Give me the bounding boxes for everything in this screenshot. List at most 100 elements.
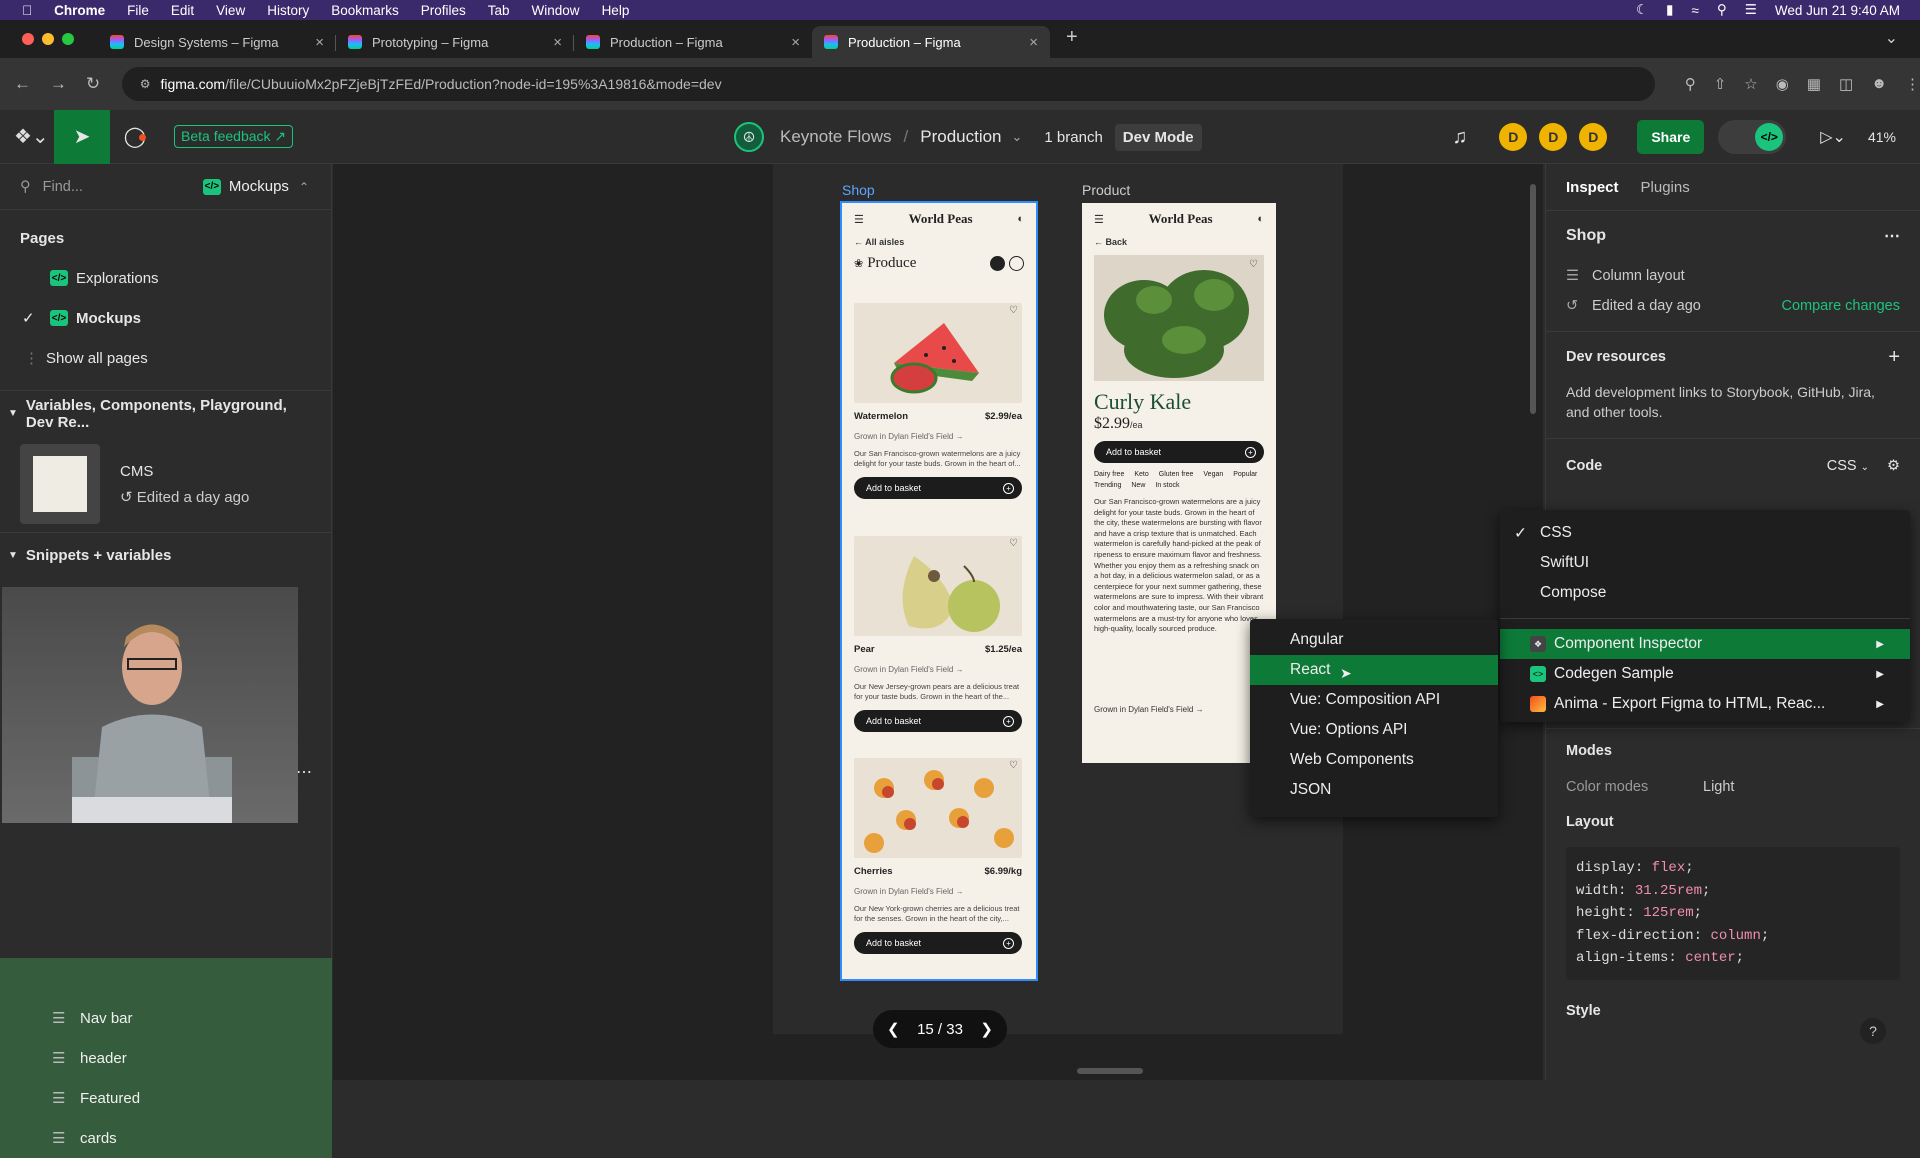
avatar[interactable]: D (1499, 123, 1528, 151)
cms-component[interactable]: CMS ↺ Edited a day ago (0, 436, 331, 532)
browser-tab[interactable]: Prototyping – Figma × (336, 26, 574, 58)
favorite-heart-icon[interactable]: ♡ (1009, 305, 1018, 316)
color-mode-value[interactable]: Light (1703, 779, 1734, 795)
layout-css-code[interactable]: display: flex; width: 31.25rem; height: … (1566, 847, 1900, 980)
branch-button[interactable]: 1 branch (1044, 129, 1102, 146)
wifi-icon[interactable]: ≈ (1691, 3, 1698, 18)
figma-main-menu-icon[interactable]: ❖⌄ (14, 124, 54, 149)
menu-help[interactable]: Help (602, 3, 630, 18)
battery-icon[interactable]: ▮ (1666, 2, 1673, 18)
basket-icon[interactable]: ◐ (1017, 213, 1024, 225)
dev-mode-toggle[interactable]: </> (1718, 120, 1787, 154)
reload-icon[interactable]: ↻ (86, 74, 108, 94)
menu-edit[interactable]: Edit (171, 3, 194, 18)
menu-item-codegen-sample[interactable]: <> Codegen Sample ▶ (1500, 659, 1910, 689)
frame-label-product[interactable]: Product (1082, 182, 1130, 198)
add-to-basket-button[interactable]: Add to basket + (854, 932, 1022, 954)
section-snippets[interactable]: ▼ Snippets + variables (0, 532, 331, 578)
grown-link[interactable]: Grown in Dylan Field's Field → (1082, 705, 1276, 714)
product-card[interactable]: ♡ Watermelon $2.99/ea Grown in Dylan Fiel… (854, 303, 1022, 499)
menu-bookmarks[interactable]: Bookmarks (331, 3, 399, 18)
section-variables[interactable]: ▼ Variables, Components, Playground, Dev … (0, 390, 331, 436)
avatar[interactable]: D (1579, 123, 1608, 151)
share-page-icon[interactable]: ⇧ (1714, 75, 1727, 93)
shop-frame[interactable]: ☰ World Peas ◐ ← All aisles ❀ Produce ♡ W… (840, 201, 1038, 981)
product-card[interactable]: ♡ Pear $1.25/ea Grown in Dylan Field's Fi… (854, 536, 1022, 732)
favorite-heart-icon[interactable]: ♡ (1249, 259, 1258, 270)
comment-tool-button[interactable]: ◯ (110, 124, 160, 149)
maximize-window-button[interactable] (62, 33, 74, 45)
favorite-heart-icon[interactable]: ♡ (1009, 538, 1018, 549)
code-language-select[interactable]: CSS ⌄ (1827, 458, 1869, 474)
menu-item-vue-options[interactable]: Vue: Options API (1250, 715, 1498, 745)
product-card[interactable]: ♡ Cherries $6.99/kg Grown in Dylan Field'… (854, 758, 1022, 954)
menu-item-json[interactable]: JSON (1250, 775, 1498, 805)
beta-feedback-button[interactable]: Beta feedback ↗ (174, 125, 294, 148)
show-all-pages-link[interactable]: ⋮ Show all pages (0, 338, 331, 378)
menu-item-web-components[interactable]: Web Components (1250, 745, 1498, 775)
close-tab-icon[interactable]: × (791, 34, 800, 51)
tab-plugins[interactable]: Plugins (1641, 179, 1690, 196)
layer-item-nav-bar[interactable]: ☰ Nav bar (0, 998, 332, 1038)
extension-icon[interactable]: ◉ (1776, 75, 1789, 93)
avatar[interactable]: D (1539, 123, 1568, 151)
menu-tab[interactable]: Tab (488, 3, 510, 18)
layer-item-featured[interactable]: ☰ Featured (0, 1078, 332, 1118)
present-play-icon[interactable]: ▷⌄ (1820, 127, 1846, 147)
page-item-mockups[interactable]: ✓ </> Mockups (0, 298, 331, 338)
layer-search[interactable]: ⚲ Find... </> Mockups ⌃ (0, 164, 331, 210)
menu-item-component-inspector[interactable]: ❖ Component Inspector ▶ (1500, 629, 1910, 659)
puzzle-icon[interactable]: ▦ (1807, 75, 1821, 93)
add-to-basket-button[interactable]: Add to basket + (854, 477, 1022, 499)
hamburger-icon[interactable]: ☰ (854, 213, 864, 226)
frame-label-shop[interactable]: Shop (842, 182, 875, 198)
layer-item-header[interactable]: ☰ header (0, 1038, 332, 1078)
prev-frame-icon[interactable]: ❮ (887, 1020, 900, 1038)
zoom-icon[interactable]: ⚲ (1685, 75, 1696, 93)
canvas-vertical-scrollbar[interactable] (1530, 184, 1536, 414)
menu-view[interactable]: View (216, 3, 245, 18)
spotlight-icon[interactable]: ⚲ (1717, 2, 1727, 18)
more-options-icon[interactable]: ⋯ (296, 762, 312, 782)
url-input[interactable]: ⚙ figma.com/file/CUbuuioMx2pFZjeBjTzFEd/… (121, 67, 1655, 101)
help-icon[interactable]: ? (1860, 1018, 1886, 1044)
favorite-heart-icon[interactable]: ♡ (1009, 760, 1018, 771)
control-center-icon[interactable]: ☰ (1745, 2, 1757, 18)
project-name[interactable]: Keynote Flows (780, 127, 892, 147)
sidebar-icon[interactable]: ◫ (1839, 75, 1853, 93)
new-tab-icon[interactable]: + (1066, 26, 1078, 49)
next-frame-icon[interactable]: ❯ (980, 1020, 993, 1038)
close-tab-icon[interactable]: × (315, 34, 324, 51)
menu-item-angular[interactable]: Angular (1250, 625, 1498, 655)
clock[interactable]: Wed Jun 21 9:40 AM (1775, 3, 1900, 18)
add-to-basket-button[interactable]: Add to basket + (1094, 441, 1264, 463)
search-input[interactable]: Find... (43, 179, 83, 195)
menu-item-react[interactable]: React ➤ (1250, 655, 1498, 685)
back-link[interactable]: ← Back (1082, 237, 1276, 247)
add-to-basket-button[interactable]: Add to basket + (854, 710, 1022, 732)
hamburger-icon[interactable]: ☰ (1094, 213, 1104, 226)
compare-changes-link[interactable]: Compare changes (1782, 298, 1901, 314)
grid-view-icon[interactable] (990, 256, 1005, 271)
forward-icon[interactable]: → (50, 74, 72, 94)
menu-item-css[interactable]: ✓ CSS (1500, 518, 1910, 548)
share-button[interactable]: Share (1637, 120, 1705, 154)
zoom-level[interactable]: 41% (1868, 129, 1896, 145)
page-item-explorations[interactable]: </> Explorations (0, 258, 331, 298)
close-tab-icon[interactable]: × (1029, 34, 1038, 51)
moon-icon[interactable]: ☾ (1636, 2, 1648, 18)
minimize-window-button[interactable] (42, 33, 54, 45)
browser-tab[interactable]: Production – Figma × (574, 26, 812, 58)
tab-search-icon[interactable]: ⌄ (1885, 28, 1898, 48)
canvas-horizontal-scrollbar[interactable] (1077, 1068, 1143, 1074)
menu-history[interactable]: History (267, 3, 309, 18)
menu-profiles[interactable]: Profiles (421, 3, 466, 18)
more-options-icon[interactable]: ⋯ (1884, 226, 1900, 246)
menu-item-swiftui[interactable]: SwiftUI (1500, 548, 1910, 578)
browser-tab[interactable]: Design Systems – Figma × (98, 26, 336, 58)
menu-chrome[interactable]: Chrome (54, 3, 105, 18)
file-menu-chevron-icon[interactable]: ⌄ (1012, 129, 1023, 145)
profile-avatar-icon[interactable]: ☻ (1871, 75, 1887, 93)
page-selector[interactable]: </> Mockups ⌃ (202, 178, 309, 195)
menu-item-vue-composition[interactable]: Vue: Composition API (1250, 685, 1498, 715)
